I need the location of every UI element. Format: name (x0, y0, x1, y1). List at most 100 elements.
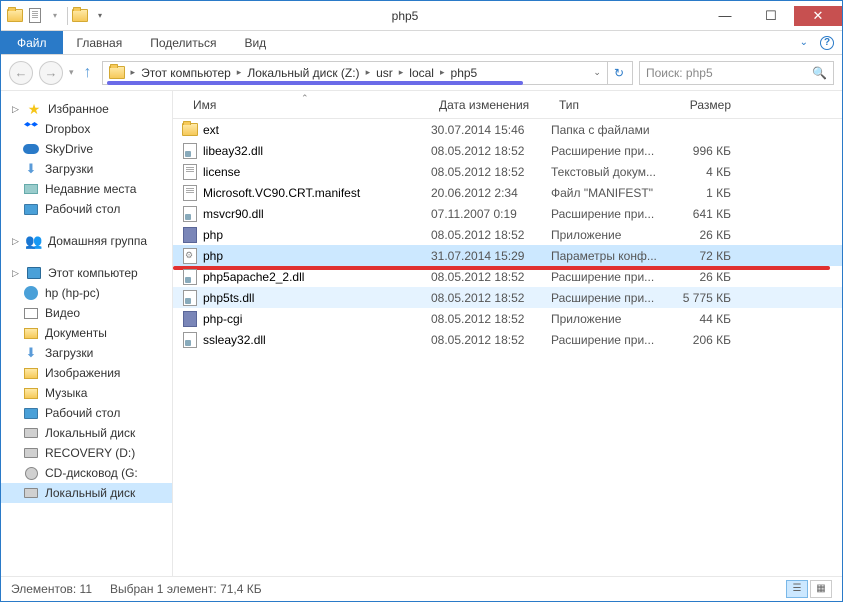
help-icon[interactable]: ? (820, 36, 834, 50)
file-name: php (199, 228, 431, 242)
file-date: 30.07.2014 15:46 (431, 123, 551, 137)
collapse-icon[interactable]: ▷ (11, 105, 20, 114)
file-date: 08.05.2012 18:52 (431, 144, 551, 158)
file-icon (181, 185, 199, 201)
sidebar-item-recent[interactable]: Недавние места (1, 179, 172, 199)
sidebar-item[interactable]: Рабочий стол (1, 403, 172, 423)
folder-icon (7, 8, 23, 24)
sidebar-item[interactable]: Локальный диск (1, 423, 172, 443)
desktop-icon (24, 408, 38, 419)
sidebar-thispc[interactable]: ▷ Этот компьютер (1, 263, 172, 283)
file-row[interactable]: php5ts.dll08.05.2012 18:52Расширение при… (173, 287, 842, 308)
sidebar-item-label: Этот компьютер (48, 266, 138, 280)
qat-dropdown-icon[interactable]: ▾ (47, 8, 63, 24)
sidebar-item-skydrive[interactable]: SkyDrive (1, 139, 172, 159)
file-name: libeay32.dll (199, 144, 431, 158)
sidebar-item-label: Избранное (48, 102, 109, 116)
file-name: php-cgi (199, 312, 431, 326)
collapse-icon[interactable]: ▷ (11, 269, 20, 278)
file-type: Текстовый докум... (551, 165, 671, 179)
chevron-right-icon[interactable]: ▸ (235, 67, 244, 78)
tab-home[interactable]: Главная (63, 31, 137, 54)
up-button[interactable]: ↑ (80, 64, 96, 82)
view-icons-button[interactable]: ▦ (810, 580, 832, 598)
collapse-icon[interactable]: ▷ (11, 237, 20, 246)
view-details-button[interactable]: ☰ (786, 580, 808, 598)
minimize-button[interactable]: — (702, 6, 748, 26)
chevron-right-icon[interactable]: ▸ (438, 67, 447, 78)
sidebar-homegroup[interactable]: ▷ 👥 Домашняя группа (1, 231, 172, 251)
file-row[interactable]: ssleay32.dll08.05.2012 18:52Расширение п… (173, 329, 842, 350)
search-input[interactable]: Поиск: php5 🔍 (639, 61, 834, 85)
refresh-button[interactable]: ↻ (607, 62, 630, 84)
file-icon (181, 269, 199, 285)
address-field[interactable]: ▸ Этот компьютер ▸ Локальный диск (Z:) ▸… (102, 61, 633, 85)
sidebar-item[interactable]: hp (hp-pc) (1, 283, 172, 303)
back-button[interactable]: ← (9, 61, 33, 85)
homegroup-icon: 👥 (26, 233, 42, 249)
history-dropdown-icon[interactable]: ▾ (69, 67, 74, 78)
column-type[interactable]: Тип (551, 98, 671, 112)
file-size: 996 КБ (671, 144, 751, 158)
file-row[interactable]: php08.05.2012 18:52Приложение26 КБ (173, 224, 842, 245)
search-icon[interactable]: 🔍 (812, 66, 827, 80)
tab-share[interactable]: Поделиться (136, 31, 230, 54)
file-name: php5ts.dll (199, 291, 431, 305)
sidebar-item-desktop[interactable]: Рабочий стол (1, 199, 172, 219)
file-size: 641 КБ (671, 207, 751, 221)
sidebar-item-dropbox[interactable]: Dropbox (1, 119, 172, 139)
file-type: Приложение (551, 312, 671, 326)
qat-dropdown-icon[interactable]: ▾ (92, 8, 108, 24)
file-icon (181, 143, 199, 159)
file-type: Расширение при... (551, 333, 671, 347)
file-icon (181, 123, 199, 136)
sidebar-item[interactable]: Музыка (1, 383, 172, 403)
disk-icon (24, 428, 38, 438)
annotation-underline (107, 81, 523, 85)
file-row[interactable]: ext30.07.2014 15:46Папка с файлами (173, 119, 842, 140)
column-size[interactable]: Размер (671, 98, 751, 112)
sidebar-item-downloads[interactable]: ⬇Загрузки (1, 159, 172, 179)
document-icon[interactable] (27, 8, 43, 24)
column-date[interactable]: Дата изменения (431, 98, 551, 112)
sidebar-favorites[interactable]: ▷ ★ Избранное (1, 99, 172, 119)
file-icon (181, 311, 199, 327)
file-row[interactable]: license08.05.2012 18:52Текстовый докум..… (173, 161, 842, 182)
file-row[interactable]: php-cgi08.05.2012 18:52Приложение44 КБ (173, 308, 842, 329)
sidebar-item[interactable]: Документы (1, 323, 172, 343)
sidebar-item[interactable]: ⬇Загрузки (1, 343, 172, 363)
file-row[interactable]: Microsoft.VC90.CRT.manifest20.06.2012 2:… (173, 182, 842, 203)
file-date: 20.06.2012 2:34 (431, 186, 551, 200)
pc-icon (27, 267, 41, 279)
download-icon: ⬇ (23, 161, 39, 177)
maximize-button[interactable]: ☐ (748, 6, 794, 26)
chevron-right-icon[interactable]: ▸ (364, 67, 373, 78)
file-name: ext (199, 123, 431, 137)
download-icon: ⬇ (23, 345, 39, 361)
file-row[interactable]: php31.07.2014 15:29Параметры конф...72 К… (173, 245, 842, 266)
sidebar-item[interactable]: CD-дисковод (G: (1, 463, 172, 483)
file-row[interactable]: msvcr90.dll07.11.2007 0:19Расширение при… (173, 203, 842, 224)
sidebar-item[interactable]: Изображения (1, 363, 172, 383)
address-dropdown-icon[interactable]: ⌄ (587, 67, 607, 78)
sidebar-item-label: Домашняя группа (48, 234, 147, 248)
file-date: 08.05.2012 18:52 (431, 228, 551, 242)
folder-icon (72, 8, 88, 24)
file-size: 5 775 КБ (671, 291, 751, 305)
music-icon (24, 388, 38, 399)
close-button[interactable]: ✕ (794, 6, 842, 26)
file-tab[interactable]: Файл (1, 31, 63, 54)
file-date: 08.05.2012 18:52 (431, 270, 551, 284)
expand-ribbon-icon[interactable]: ⌄ (800, 37, 808, 48)
status-count: Элементов: 11 (11, 582, 92, 596)
sidebar-item[interactable]: Видео (1, 303, 172, 323)
tab-view[interactable]: Вид (230, 31, 280, 54)
sidebar-item[interactable]: Локальный диск (1, 483, 172, 503)
file-row[interactable]: libeay32.dll08.05.2012 18:52Расширение п… (173, 140, 842, 161)
forward-button[interactable]: → (39, 61, 63, 85)
file-icon (181, 164, 199, 180)
chevron-right-icon[interactable]: ▸ (129, 67, 138, 78)
file-name: msvcr90.dll (199, 207, 431, 221)
chevron-right-icon[interactable]: ▸ (397, 67, 406, 78)
sidebar-item[interactable]: RECOVERY (D:) (1, 443, 172, 463)
